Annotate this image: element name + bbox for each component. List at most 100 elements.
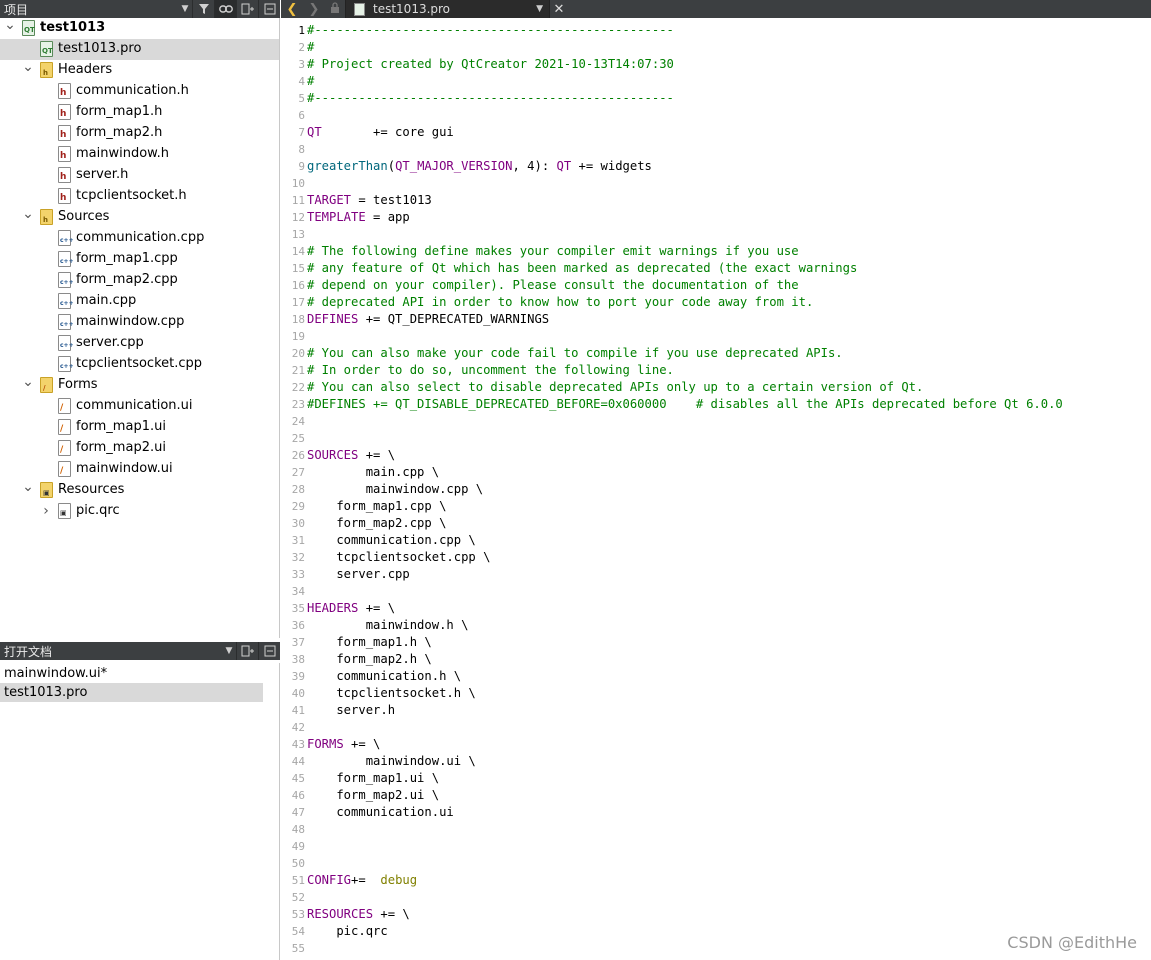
back-arrow-icon[interactable]: ❮ [281,2,303,17]
tree-item[interactable]: ⌄ h Headers [0,60,279,81]
expand-arrow-icon[interactable]: ⌄ [4,18,16,34]
code-line[interactable]: # any feature of Qt which has been marke… [307,260,857,277]
collapse-arrow-icon[interactable]: › [40,504,52,518]
tree-item[interactable]: c++ main.cpp [0,291,279,312]
code-line[interactable]: form_map2.h \ [307,651,431,668]
code-line[interactable]: TEMPLATE = app [307,209,410,226]
code-line[interactable]: # Project created by QtCreator 2021-10-1… [307,56,674,73]
code-line[interactable]: mainwindow.h \ [307,617,469,634]
open-document-item[interactable]: test1013.pro [0,683,263,702]
cpp-file-icon: c++ [58,314,74,330]
code-line[interactable]: communication.cpp \ [307,532,475,549]
tree-item[interactable]: ⌄ / Forms [0,375,279,396]
tree-item[interactable]: h form_map1.h [0,102,279,123]
tree-item[interactable]: c++ tcpclientsocket.cpp [0,354,279,375]
code-line[interactable]: form_map1.h \ [307,634,431,651]
expand-arrow-icon[interactable]: ⌄ [22,480,34,496]
code-line[interactable]: form_map1.ui \ [307,770,439,787]
line-number: 22 [291,381,305,394]
tree-item[interactable]: c++ mainwindow.cpp [0,312,279,333]
filter-icon[interactable] [192,0,214,18]
tree-item-label: server.h [76,167,129,182]
code-line[interactable]: tcpclientsocket.h \ [307,685,475,702]
open-document-item[interactable]: mainwindow.ui* [0,664,263,683]
code-line[interactable]: QT += core gui [307,124,454,141]
code-line[interactable]: # [307,73,314,90]
split-icon[interactable] [236,642,258,660]
code-line[interactable]: # [307,39,314,56]
close-icon[interactable]: ✕ [550,2,568,17]
code-line[interactable]: # deprecated API in order to know how to… [307,294,813,311]
tree-item[interactable]: c++ server.cpp [0,333,279,354]
code-token: mainwindow.cpp \ [307,482,484,496]
tree-item[interactable]: › ▣ pic.qrc [0,501,279,522]
tree-item[interactable]: h mainwindow.h [0,144,279,165]
expand-arrow-icon[interactable]: ⌄ [22,375,34,391]
tree-item[interactable]: h form_map2.h [0,123,279,144]
code-line[interactable]: RESOURCES += \ [307,906,410,923]
tree-item[interactable]: c++ form_map2.cpp [0,270,279,291]
code-line[interactable]: server.h [307,702,395,719]
code-line[interactable]: main.cpp \ [307,464,439,481]
code-line[interactable]: form_map2.cpp \ [307,515,446,532]
tree-item[interactable]: ⌄ h Sources [0,207,279,228]
code-line[interactable]: # depend on your compiler). Please consu… [307,277,799,294]
code-line[interactable]: #---------------------------------------… [307,90,674,107]
code-line[interactable]: form_map2.ui \ [307,787,439,804]
code-line[interactable]: # In order to do so, uncomment the follo… [307,362,674,379]
code-line[interactable]: server.cpp [307,566,409,583]
code-line[interactable]: mainwindow.ui \ [307,753,476,770]
code-line[interactable]: communication.ui [307,804,453,821]
code-line[interactable]: DEFINES += QT_DEPRECATED_WARNINGS [307,311,549,328]
expand-arrow-icon[interactable]: ⌄ [22,207,34,223]
link-icon[interactable] [214,0,236,18]
tree-item[interactable]: h communication.h [0,81,279,102]
tree-item[interactable]: h tcpclientsocket.h [0,186,279,207]
open-documents-list[interactable]: mainwindow.ui* test1013.pro [0,663,280,960]
code-line[interactable]: greaterThan(QT_MAJOR_VERSION, 4): QT += … [307,158,652,175]
tree-item[interactable]: h server.h [0,165,279,186]
tree-item[interactable]: / mainwindow.ui [0,459,279,480]
file-selector[interactable]: test1013.pro ▼ [345,0,550,18]
chevron-down-icon[interactable]: ▼ [178,0,192,18]
tree-item[interactable]: / communication.ui [0,396,279,417]
code-editor[interactable]: ❮ ❯ test1013.pro ▼ ✕ 1 2 3 4 5 6 7 8 9 10 11 12 13 14… [281,0,1151,960]
close-pane-icon[interactable] [258,642,280,660]
tree-item[interactable]: / form_map2.ui [0,438,279,459]
code-line[interactable]: communication.h \ [307,668,461,685]
tree-item[interactable]: / form_map1.ui [0,417,279,438]
code-line[interactable]: # The following define makes your compil… [307,243,799,260]
code-line[interactable]: SOURCES += \ [307,447,395,464]
code-line[interactable]: HEADERS += \ [307,600,395,617]
expand-arrow-icon[interactable]: ⌄ [22,60,34,76]
code-line[interactable]: # You can also make your code fail to co… [307,345,843,362]
code-token: RESOURCES [307,907,374,921]
split-icon[interactable] [236,0,258,18]
code-line[interactable]: form_map1.cpp \ [307,498,446,515]
project-tree[interactable]: ⌄ QT test1013 QT test1013.pro ⌄ h Headers h commu… [0,18,280,638]
forward-arrow-icon[interactable]: ❯ [303,2,325,17]
tree-item[interactable]: c++ communication.cpp [0,228,279,249]
tree-item[interactable]: c++ form_map1.cpp [0,249,279,270]
ui-file-icon: / [58,419,71,435]
code-line[interactable]: pic.qrc [307,923,387,940]
chevron-down-icon[interactable]: ▼ [222,642,236,660]
code-line[interactable]: #DEFINES += QT_DISABLE_DEPRECATED_BEFORE… [307,396,1063,413]
code-line[interactable]: # You can also select to disable depreca… [307,379,923,396]
code-line[interactable]: #---------------------------------------… [307,22,674,39]
code-line[interactable]: TARGET = test1013 [307,192,432,209]
code-line[interactable]: tcpclientsocket.cpp \ [307,549,490,566]
code-token: += \ [373,907,410,921]
code-token: form_map1.cpp \ [307,499,447,513]
code-line[interactable]: mainwindow.cpp \ [307,481,483,498]
header-file-icon: h [58,188,71,204]
line-number: 6 [298,109,305,122]
close-pane-icon[interactable] [258,0,280,18]
line-number: 14 [291,245,305,258]
lock-icon[interactable] [325,2,345,16]
tree-item[interactable]: ⌄ ▣ Resources [0,480,279,501]
tree-item[interactable]: QT test1013.pro [0,39,279,60]
code-line[interactable]: FORMS += \ [307,736,380,753]
code-line[interactable]: CONFIG+= debug [307,872,417,889]
tree-item[interactable]: ⌄ QT test1013 [0,18,279,39]
